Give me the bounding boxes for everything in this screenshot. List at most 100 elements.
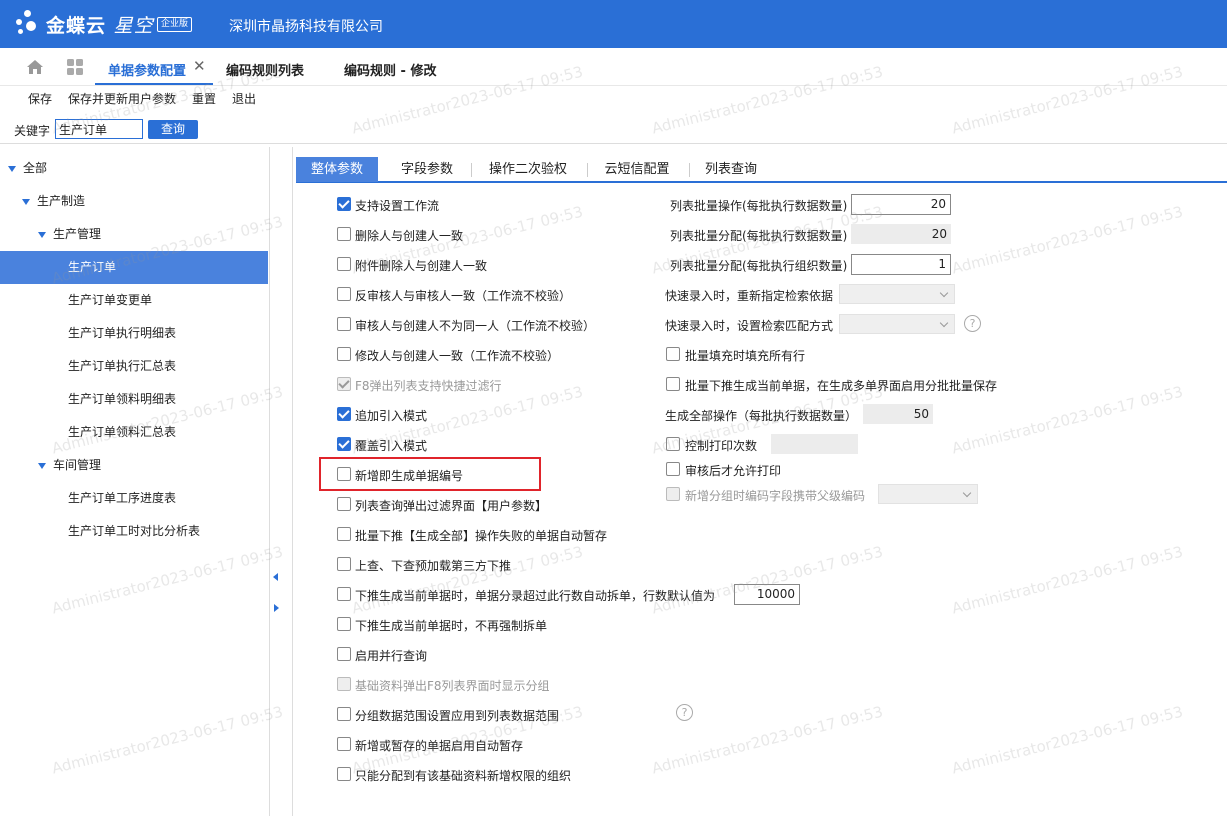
option-checkbox[interactable] xyxy=(337,197,351,211)
batch-assign-org-input[interactable]: 1 xyxy=(851,254,951,275)
option-checkbox[interactable] xyxy=(337,227,351,241)
option-checkbox[interactable] xyxy=(337,707,351,721)
quick-entry-match-select[interactable] xyxy=(839,314,955,334)
expand-arrow-icon[interactable] xyxy=(38,463,46,469)
tree-item[interactable]: 生产制造 xyxy=(0,185,268,218)
print-count-checkbox[interactable] xyxy=(666,437,680,451)
subtab-overall-params[interactable]: 整体参数 xyxy=(296,157,378,182)
tab-code-rule-list[interactable]: 编码规则列表 xyxy=(226,60,304,79)
tree-item[interactable]: 生产订单变更单 xyxy=(0,284,268,317)
option-checkbox[interactable] xyxy=(337,317,351,331)
tree-item-label: 全部 xyxy=(23,161,48,175)
group-code-select[interactable] xyxy=(878,484,978,504)
toolbar: 保存 保存并更新用户参数 重置 退出 xyxy=(0,86,1227,110)
option-checkbox[interactable] xyxy=(337,347,351,361)
tab-code-rule-edit[interactable]: 编码规则 - 修改 xyxy=(344,60,436,79)
option-checkbox[interactable] xyxy=(337,647,351,661)
help-icon[interactable]: ? xyxy=(964,315,981,332)
push-save-checkbox[interactable] xyxy=(666,377,680,391)
tree-item-label: 生产订单变更单 xyxy=(68,293,153,307)
close-tab-icon[interactable]: ✕ xyxy=(193,57,206,75)
option-checkbox[interactable] xyxy=(337,497,351,511)
option-checkbox[interactable] xyxy=(337,557,351,571)
keyword-label: 关键字 xyxy=(14,124,51,138)
option-label: 修改人与创建人一致（工作流不校验） xyxy=(355,349,560,363)
bill-tree-panel: 全部生产制造生产管理生产订单生产订单变更单生产订单执行明细表 生产订单执行汇总表生… xyxy=(0,147,270,816)
subtab-secondary-auth[interactable]: 操作二次验权 xyxy=(476,157,580,182)
tree-item[interactable]: 生产订单执行明细表 xyxy=(0,317,268,350)
option-checkbox[interactable] xyxy=(337,767,351,781)
tree-item[interactable]: 生产订单执行汇总表 xyxy=(0,350,268,383)
param-sub-tabs: 整体参数 字段参数 操作二次验权 云短信配置 列表查询 xyxy=(296,157,1227,183)
expand-right-icon[interactable] xyxy=(274,604,279,612)
active-tab-indicator xyxy=(95,83,213,85)
option-checkbox[interactable] xyxy=(337,437,351,451)
panel-splitter[interactable] xyxy=(270,147,292,816)
split-rows-input[interactable]: 10000 xyxy=(734,584,800,605)
app-header: 金蝶云 星空 企业版 深圳市晶扬科技有限公司 xyxy=(0,0,1227,48)
exit-button[interactable]: 退出 xyxy=(232,90,256,107)
quick-entry-reassign-label: 快速录入时，重新指定检索依据 xyxy=(665,289,834,303)
option-checkbox[interactable] xyxy=(337,407,351,421)
tree-item[interactable]: 生产订单工时对比分析表 xyxy=(0,515,268,548)
quick-entry-reassign-select[interactable] xyxy=(839,284,955,304)
tree-item[interactable]: 车间管理 xyxy=(0,449,268,482)
tree-item-label: 生产订单 xyxy=(68,260,117,274)
reset-button[interactable]: 重置 xyxy=(192,90,216,107)
expand-arrow-icon[interactable] xyxy=(38,232,46,238)
option-label: F8弹出列表支持快捷过滤行 xyxy=(355,379,502,393)
tree-item[interactable]: 生产订单 xyxy=(0,251,268,284)
tree-item[interactable]: 生产订单领料明细表 xyxy=(0,383,268,416)
option-checkbox[interactable] xyxy=(337,587,351,601)
tab-separator xyxy=(471,163,472,177)
group-code-checkbox[interactable] xyxy=(666,487,680,501)
tree-item-label: 生产订单执行明细表 xyxy=(68,326,177,340)
subtab-list-query[interactable]: 列表查询 xyxy=(694,157,768,182)
push-save-label: 批量下推生成当前单据，在生成多单界面启用分批批量保存 xyxy=(685,379,998,393)
option-checkbox[interactable] xyxy=(337,527,351,541)
tree-item-label: 生产订单执行汇总表 xyxy=(68,359,177,373)
tree-item-label: 生产订单工时对比分析表 xyxy=(68,524,201,538)
option-checkbox[interactable] xyxy=(337,377,351,391)
expand-arrow-icon[interactable] xyxy=(22,199,30,205)
tree-item[interactable]: 生产订单领料汇总表 xyxy=(0,416,268,449)
option-checkbox[interactable] xyxy=(337,737,351,751)
fill-all-rows-label: 批量填充时填充所有行 xyxy=(685,349,806,363)
tree-item[interactable]: 生产管理 xyxy=(0,218,268,251)
option-checkbox[interactable] xyxy=(337,617,351,631)
subtab-cloud-sms[interactable]: 云短信配置 xyxy=(592,157,682,182)
batch-op-input[interactable]: 20 xyxy=(851,194,951,215)
collapse-left-icon[interactable] xyxy=(273,573,278,581)
option-checkbox[interactable] xyxy=(337,257,351,271)
print-after-audit-checkbox[interactable] xyxy=(666,462,680,476)
tab-bill-param-config[interactable]: 单据参数配置 xyxy=(108,60,186,79)
group-code-label: 新增分组时编码字段携带父级编码 xyxy=(685,489,866,503)
option-label: 审核人与创建人不为同一人（工作流不校验） xyxy=(355,319,596,333)
gen-all-value: 50 xyxy=(863,404,933,424)
edition-badge: 企业版 xyxy=(157,17,193,32)
search-row: 关键字 查询 xyxy=(0,112,1227,144)
tab-separator xyxy=(587,163,588,177)
company-name[interactable]: 深圳市晶扬科技有限公司 xyxy=(229,16,383,36)
save-update-user-param-button[interactable]: 保存并更新用户参数 xyxy=(68,90,176,107)
save-button[interactable]: 保存 xyxy=(28,90,52,107)
tree-item[interactable]: 全部 xyxy=(0,152,268,185)
option-label: 反审核人与审核人一致（工作流不校验） xyxy=(355,289,572,303)
apps-grid-icon[interactable] xyxy=(67,59,83,75)
option-label: 删除人与创建人一致 xyxy=(355,229,464,243)
option-label: 分组数据范围设置应用到列表数据范围 xyxy=(355,709,560,723)
brand-name: 金蝶云 星空 xyxy=(46,15,154,37)
fill-all-rows-checkbox[interactable] xyxy=(666,347,680,361)
keyword-input[interactable] xyxy=(55,119,143,139)
print-count-value xyxy=(771,434,858,454)
query-button[interactable]: 查询 xyxy=(148,120,198,139)
expand-arrow-icon[interactable] xyxy=(8,166,16,172)
help-icon[interactable]: ? xyxy=(676,704,693,721)
option-checkbox[interactable] xyxy=(337,677,351,691)
option-label: 新增或暂存的单据启用自动暂存 xyxy=(355,739,524,753)
subtab-field-params[interactable]: 字段参数 xyxy=(388,157,466,182)
option-checkbox[interactable] xyxy=(337,287,351,301)
tree-item[interactable]: 生产订单工序进度表 xyxy=(0,482,268,515)
home-icon[interactable] xyxy=(26,59,44,75)
tree-item-label: 生产管理 xyxy=(53,227,102,241)
